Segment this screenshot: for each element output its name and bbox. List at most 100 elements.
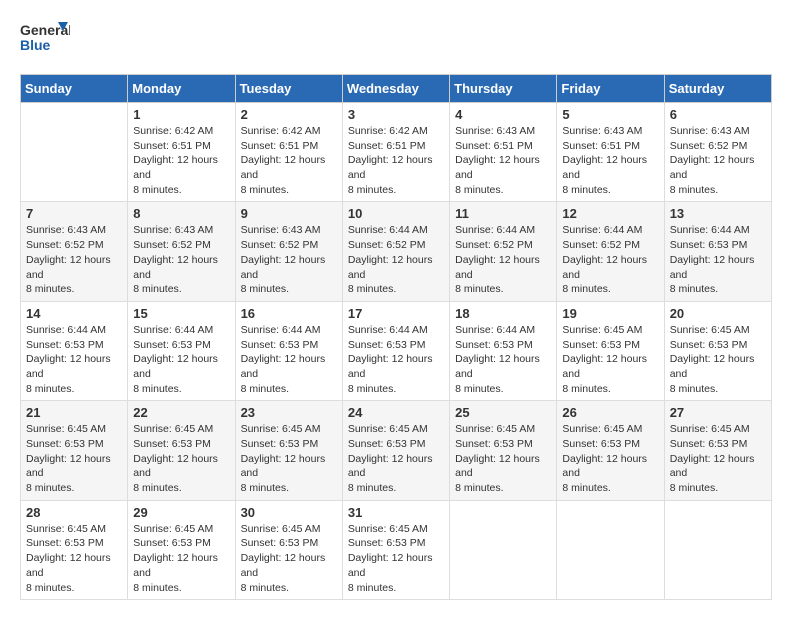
calendar-cell: 18 Sunrise: 6:44 AMSunset: 6:53 PMDayligh… bbox=[450, 301, 557, 400]
day-number: 6 bbox=[670, 107, 766, 122]
day-info: Sunrise: 6:44 AMSunset: 6:52 PMDaylight:… bbox=[455, 223, 551, 296]
day-number: 9 bbox=[241, 206, 337, 221]
day-info: Sunrise: 6:43 AMSunset: 6:51 PMDaylight:… bbox=[455, 124, 551, 197]
day-info: Sunrise: 6:44 AMSunset: 6:53 PMDaylight:… bbox=[455, 323, 551, 396]
day-number: 20 bbox=[670, 306, 766, 321]
day-number: 21 bbox=[26, 405, 122, 420]
day-number: 14 bbox=[26, 306, 122, 321]
day-info: Sunrise: 6:45 AMSunset: 6:53 PMDaylight:… bbox=[562, 422, 658, 495]
day-number: 7 bbox=[26, 206, 122, 221]
day-info: Sunrise: 6:44 AMSunset: 6:53 PMDaylight:… bbox=[133, 323, 229, 396]
day-number: 23 bbox=[241, 405, 337, 420]
calendar-cell: 19 Sunrise: 6:45 AMSunset: 6:53 PMDayligh… bbox=[557, 301, 664, 400]
calendar-cell: 16 Sunrise: 6:44 AMSunset: 6:53 PMDayligh… bbox=[235, 301, 342, 400]
day-info: Sunrise: 6:45 AMSunset: 6:53 PMDaylight:… bbox=[133, 422, 229, 495]
day-number: 1 bbox=[133, 107, 229, 122]
calendar-cell: 23 Sunrise: 6:45 AMSunset: 6:53 PMDayligh… bbox=[235, 401, 342, 500]
header-day-tuesday: Tuesday bbox=[235, 75, 342, 103]
calendar-cell bbox=[450, 500, 557, 599]
calendar-cell: 24Sunrise: 6:45 AMSunset: 6:53 PMDayligh… bbox=[342, 401, 449, 500]
day-info: Sunrise: 6:45 AMSunset: 6:53 PMDaylight:… bbox=[26, 522, 122, 595]
header-day-friday: Friday bbox=[557, 75, 664, 103]
calendar-cell: 15 Sunrise: 6:44 AMSunset: 6:53 PMDayligh… bbox=[128, 301, 235, 400]
calendar-cell: 12 Sunrise: 6:44 AMSunset: 6:52 PMDayligh… bbox=[557, 202, 664, 301]
calendar-week-row: 14 Sunrise: 6:44 AMSunset: 6:53 PMDayligh… bbox=[21, 301, 772, 400]
calendar-cell: 28 Sunrise: 6:45 AMSunset: 6:53 PMDayligh… bbox=[21, 500, 128, 599]
calendar-cell: 6 Sunrise: 6:43 AMSunset: 6:52 PMDaylight… bbox=[664, 103, 771, 202]
day-info: Sunrise: 6:44 AMSunset: 6:52 PMDaylight:… bbox=[348, 223, 444, 296]
calendar-cell: 31Sunrise: 6:45 AMSunset: 6:53 PMDayligh… bbox=[342, 500, 449, 599]
day-info: Sunrise: 6:44 AMSunset: 6:53 PMDaylight:… bbox=[241, 323, 337, 396]
calendar-cell: 2 Sunrise: 6:42 AMSunset: 6:51 PMDaylight… bbox=[235, 103, 342, 202]
calendar-cell: 22 Sunrise: 6:45 AMSunset: 6:53 PMDayligh… bbox=[128, 401, 235, 500]
day-number: 16 bbox=[241, 306, 337, 321]
page-header: General Blue bbox=[20, 20, 772, 58]
day-number: 10 bbox=[348, 206, 444, 221]
day-info: Sunrise: 6:45 AMSunset: 6:53 PMDaylight:… bbox=[241, 422, 337, 495]
day-number: 12 bbox=[562, 206, 658, 221]
calendar-cell: 1 Sunrise: 6:42 AMSunset: 6:51 PMDaylight… bbox=[128, 103, 235, 202]
calendar-cell: 13 Sunrise: 6:44 AMSunset: 6:53 PMDayligh… bbox=[664, 202, 771, 301]
day-number: 19 bbox=[562, 306, 658, 321]
calendar-table: SundayMondayTuesdayWednesdayThursdayFrid… bbox=[20, 74, 772, 600]
calendar-cell: 14 Sunrise: 6:44 AMSunset: 6:53 PMDayligh… bbox=[21, 301, 128, 400]
header-day-thursday: Thursday bbox=[450, 75, 557, 103]
day-number: 22 bbox=[133, 405, 229, 420]
calendar-cell bbox=[21, 103, 128, 202]
day-number: 15 bbox=[133, 306, 229, 321]
header-day-sunday: Sunday bbox=[21, 75, 128, 103]
day-info: Sunrise: 6:43 AMSunset: 6:52 PMDaylight:… bbox=[26, 223, 122, 296]
day-number: 30 bbox=[241, 505, 337, 520]
day-info: Sunrise: 6:43 AMSunset: 6:52 PMDaylight:… bbox=[670, 124, 766, 197]
calendar-cell bbox=[557, 500, 664, 599]
header-day-monday: Monday bbox=[128, 75, 235, 103]
day-info: Sunrise: 6:44 AMSunset: 6:52 PMDaylight:… bbox=[562, 223, 658, 296]
day-info: Sunrise: 6:45 AMSunset: 6:53 PMDaylight:… bbox=[26, 422, 122, 495]
calendar-cell: 4 Sunrise: 6:43 AMSunset: 6:51 PMDaylight… bbox=[450, 103, 557, 202]
calendar-week-row: 7 Sunrise: 6:43 AMSunset: 6:52 PMDaylight… bbox=[21, 202, 772, 301]
calendar-cell: 11 Sunrise: 6:44 AMSunset: 6:52 PMDayligh… bbox=[450, 202, 557, 301]
calendar-cell: 8 Sunrise: 6:43 AMSunset: 6:52 PMDaylight… bbox=[128, 202, 235, 301]
calendar-cell: 10 Sunrise: 6:44 AMSunset: 6:52 PMDayligh… bbox=[342, 202, 449, 301]
day-number: 11 bbox=[455, 206, 551, 221]
calendar-cell: 25 Sunrise: 6:45 AMSunset: 6:53 PMDayligh… bbox=[450, 401, 557, 500]
day-info: Sunrise: 6:45 AMSunset: 6:53 PMDaylight:… bbox=[455, 422, 551, 495]
day-info: Sunrise: 6:45 AMSunset: 6:53 PMDaylight:… bbox=[133, 522, 229, 595]
day-info: Sunrise: 6:45 AMSunset: 6:53 PMDaylight:… bbox=[241, 522, 337, 595]
day-info: Sunrise: 6:45 AMSunset: 6:53 PMDaylight:… bbox=[670, 323, 766, 396]
logo: General Blue bbox=[20, 20, 70, 58]
calendar-cell: 17 Sunrise: 6:44 AMSunset: 6:53 PMDayligh… bbox=[342, 301, 449, 400]
day-info: Sunrise: 6:44 AMSunset: 6:53 PMDaylight:… bbox=[348, 323, 444, 396]
day-number: 2 bbox=[241, 107, 337, 122]
day-info: Sunrise: 6:43 AMSunset: 6:52 PMDaylight:… bbox=[133, 223, 229, 296]
day-number: 8 bbox=[133, 206, 229, 221]
calendar-week-row: 28 Sunrise: 6:45 AMSunset: 6:53 PMDayligh… bbox=[21, 500, 772, 599]
calendar-cell: 26Sunrise: 6:45 AMSunset: 6:53 PMDayligh… bbox=[557, 401, 664, 500]
day-info: Sunrise: 6:42 AMSunset: 6:51 PMDaylight:… bbox=[241, 124, 337, 197]
calendar-cell: 21 Sunrise: 6:45 AMSunset: 6:53 PMDayligh… bbox=[21, 401, 128, 500]
day-number: 18 bbox=[455, 306, 551, 321]
calendar-header-row: SundayMondayTuesdayWednesdayThursdayFrid… bbox=[21, 75, 772, 103]
day-info: Sunrise: 6:42 AMSunset: 6:51 PMDaylight:… bbox=[348, 124, 444, 197]
day-number: 13 bbox=[670, 206, 766, 221]
day-info: Sunrise: 6:45 AMSunset: 6:53 PMDaylight:… bbox=[670, 422, 766, 495]
day-number: 17 bbox=[348, 306, 444, 321]
day-number: 25 bbox=[455, 405, 551, 420]
day-info: Sunrise: 6:45 AMSunset: 6:53 PMDaylight:… bbox=[348, 422, 444, 495]
header-day-wednesday: Wednesday bbox=[342, 75, 449, 103]
calendar-cell: 3Sunrise: 6:42 AMSunset: 6:51 PMDaylight… bbox=[342, 103, 449, 202]
day-info: Sunrise: 6:42 AMSunset: 6:51 PMDaylight:… bbox=[133, 124, 229, 197]
day-info: Sunrise: 6:44 AMSunset: 6:53 PMDaylight:… bbox=[670, 223, 766, 296]
calendar-cell: 30 Sunrise: 6:45 AMSunset: 6:53 PMDayligh… bbox=[235, 500, 342, 599]
calendar-cell: 29Sunrise: 6:45 AMSunset: 6:53 PMDayligh… bbox=[128, 500, 235, 599]
calendar-week-row: 1 Sunrise: 6:42 AMSunset: 6:51 PMDaylight… bbox=[21, 103, 772, 202]
day-number: 31 bbox=[348, 505, 444, 520]
calendar-week-row: 21 Sunrise: 6:45 AMSunset: 6:53 PMDayligh… bbox=[21, 401, 772, 500]
day-number: 4 bbox=[455, 107, 551, 122]
calendar-cell: 5Sunrise: 6:43 AMSunset: 6:51 PMDaylight… bbox=[557, 103, 664, 202]
calendar-cell: 20 Sunrise: 6:45 AMSunset: 6:53 PMDayligh… bbox=[664, 301, 771, 400]
day-info: Sunrise: 6:45 AMSunset: 6:53 PMDaylight:… bbox=[562, 323, 658, 396]
day-number: 28 bbox=[26, 505, 122, 520]
svg-text:Blue: Blue bbox=[20, 37, 51, 53]
day-info: Sunrise: 6:44 AMSunset: 6:53 PMDaylight:… bbox=[26, 323, 122, 396]
